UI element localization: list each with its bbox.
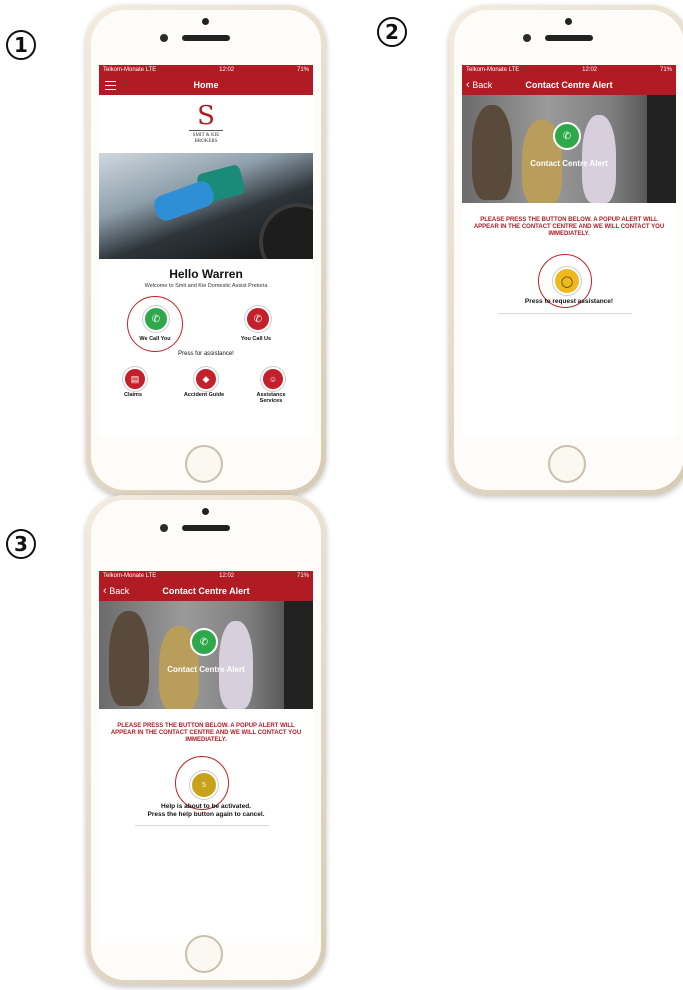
divider-line [498, 313, 632, 314]
home-button[interactable] [548, 445, 586, 483]
hero-car-image [99, 153, 313, 259]
countdown-content: PLEASE PRESS THE BUTTON BELOW. A POPUP A… [99, 709, 313, 943]
highlight-circle [175, 756, 229, 810]
phone-frame-alert: Telkom-Monate LTE 12:02 71% ‹ Back Conta… [449, 5, 683, 495]
greeting: Hello Warren [169, 267, 243, 281]
hero-label: Contact Centre Alert [530, 159, 608, 168]
clock: 12:02 [219, 573, 235, 579]
highlight-circle [127, 296, 183, 352]
home-button[interactable] [185, 445, 223, 483]
contact-centre-image: ✆ Contact Centre Alert [462, 95, 676, 203]
step-number-2: 2 [377, 17, 407, 47]
claims-button[interactable]: ▤ [123, 367, 147, 391]
countdown-screen: Telkom-Monate LTE 12:02 71% ‹ Back Conta… [99, 571, 313, 943]
contact-centre-image: ✆ Contact Centre Alert [99, 601, 313, 709]
brand-logo: S SMIT & KIE BROKERS [99, 95, 313, 153]
accident-guide-button[interactable]: ◆ [194, 367, 218, 391]
you-call-us-label: You Call Us [240, 336, 272, 342]
phone-frame-home: Telkom-Monate LTE 12:02 71% Home S SMIT … [86, 5, 326, 495]
phone-icon: ✆ [562, 130, 572, 142]
hero-label: Contact Centre Alert [167, 665, 245, 674]
alert-content: PLEASE PRESS THE BUTTON BELOW. A POPUP A… [462, 203, 676, 437]
phone-icon: ✆ [253, 313, 263, 325]
alert-instructions: PLEASE PRESS THE BUTTON BELOW. A POPUP A… [110, 723, 302, 744]
front-camera [160, 34, 168, 42]
phone-badge: ✆ [553, 122, 581, 150]
battery-label: 71% [659, 67, 672, 73]
request-label: Press to request assistance! [524, 298, 614, 305]
battery-label: 71% [296, 67, 309, 73]
status-bar: Telkom-Monate LTE 12:02 71% [462, 65, 676, 75]
earpiece-speaker [182, 35, 230, 41]
step-number-3: 3 [6, 529, 36, 559]
nav-bar: ‹ Back Contact Centre Alert [99, 581, 313, 601]
home-content: Hello Warren Welcome to Smit and Kie Dom… [99, 259, 313, 437]
camera-dot [202, 508, 209, 515]
divider-line [135, 825, 269, 826]
help-line-2: Press the help button again to cancel. [147, 811, 265, 818]
press-assist-text: Press for assistance! [178, 351, 234, 357]
status-bar: Telkom-Monate LTE 12:02 71% [99, 65, 313, 75]
page-title: Contact Centre Alert [162, 586, 250, 596]
you-call-us-button[interactable]: ✆ [245, 306, 271, 332]
phone-icon: ✆ [199, 636, 209, 648]
help-line-1: Help is about to be activated. [161, 803, 251, 810]
logo-letter: S [197, 101, 215, 131]
camera-dot [202, 18, 209, 25]
carrier-label: Telkom-Monate LTE [103, 67, 157, 73]
assistance-services-button[interactable]: ☺ [261, 367, 285, 391]
earpiece-speaker [182, 525, 230, 531]
clock: 12:02 [582, 67, 598, 73]
nav-bar: Home [99, 75, 313, 95]
alert-screen: Telkom-Monate LTE 12:02 71% ‹ Back Conta… [462, 65, 676, 437]
step-number-1: 1 [6, 30, 36, 60]
front-camera [160, 524, 168, 532]
clock: 12:02 [219, 67, 235, 73]
page-title: Contact Centre Alert [525, 80, 613, 90]
car-accident-icon: ◆ [202, 373, 210, 384]
camera-dot [565, 18, 572, 25]
front-camera [523, 34, 531, 42]
home-button[interactable] [185, 935, 223, 973]
logo-line2: BROKERS [194, 138, 218, 144]
we-call-you-label: We Call You [139, 336, 171, 342]
page-title: Home [193, 80, 219, 90]
carrier-label: Telkom-Monate LTE [466, 67, 520, 73]
assistance-services-label: Assistance Services [256, 392, 286, 404]
earpiece-speaker [545, 35, 593, 41]
accident-guide-label: Accident Guide [183, 392, 225, 398]
24h-assist-icon: ☺ [268, 374, 278, 384]
claims-label: Claims [123, 392, 143, 398]
welcome-text: Welcome to Smit and Kie Domestic Assist … [144, 283, 268, 289]
phone-frame-countdown: Telkom-Monate LTE 12:02 71% ‹ Back Conta… [86, 495, 326, 985]
carrier-label: Telkom-Monate LTE [103, 573, 157, 579]
alert-instructions: PLEASE PRESS THE BUTTON BELOW. A POPUP A… [473, 217, 665, 238]
battery-label: 71% [296, 573, 309, 579]
nav-bar: ‹ Back Contact Centre Alert [462, 75, 676, 95]
home-screen: Telkom-Monate LTE 12:02 71% Home S SMIT … [99, 65, 313, 437]
claims-icon: ▤ [130, 373, 140, 384]
phone-badge: ✆ [190, 628, 218, 656]
status-bar: Telkom-Monate LTE 12:02 71% [99, 571, 313, 581]
